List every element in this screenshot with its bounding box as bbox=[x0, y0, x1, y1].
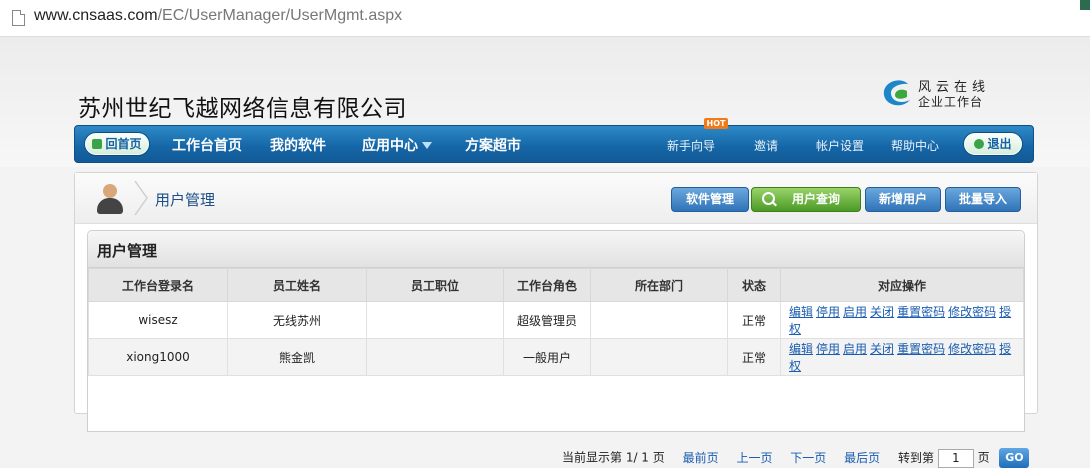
pager-current: 当前显示第 1/ 1 页 bbox=[562, 450, 665, 465]
nav-item-workbench[interactable]: 工作台首页 bbox=[172, 135, 242, 155]
breadcrumb-title: 用户管理 bbox=[155, 191, 216, 209]
page-icon bbox=[12, 10, 25, 26]
logout-icon bbox=[974, 139, 985, 149]
cell-actions: 编辑 停用 启用 关闭 重置密码 修改密码 授权 bbox=[780, 301, 1024, 339]
table-row: xiong1000 熊金凯 一般用户 正常 编辑 停用 启用 关闭 重置密码 修改密码 授权 bbox=[88, 338, 1024, 376]
section-title: 用户管理 bbox=[97, 242, 158, 260]
cell-role: 超级管理员 bbox=[503, 301, 591, 339]
disable-link[interactable]: 停用 bbox=[816, 342, 840, 356]
breadcrumb-bar: 用户管理 软件管理 用户查询 新增用户 批量导入 bbox=[75, 173, 1037, 224]
user-avatar-icon bbox=[95, 183, 125, 215]
col-name: 员工姓名 bbox=[227, 268, 367, 302]
col-status: 状态 bbox=[727, 268, 781, 302]
pager-prev-link[interactable]: 上一页 bbox=[736, 451, 772, 465]
cell-actions: 编辑 停用 启用 关闭 重置密码 修改密码 授权 bbox=[780, 338, 1024, 376]
disable-link[interactable]: 停用 bbox=[816, 305, 840, 319]
cell-dept bbox=[590, 301, 728, 339]
arrow-down-icon bbox=[422, 142, 432, 149]
table-header-row: 工作台登录名 员工姓名 员工职位 工作台角色 所在部门 状态 对应操作 bbox=[88, 268, 1024, 302]
content-panel: 用户管理 软件管理 用户查询 新增用户 批量导入 用户管理 工作台登录名 员工姓… bbox=[74, 172, 1038, 468]
logout-button[interactable]: 退出 bbox=[964, 133, 1022, 155]
pager-last-link[interactable]: 最后页 bbox=[844, 451, 880, 465]
enable-link[interactable]: 启用 bbox=[843, 305, 867, 319]
table-row: wisesz 无线苏州 超级管理员 正常 编辑 停用 启用 关闭 重置密码 修改密码 授权 bbox=[88, 301, 1024, 339]
bulk-import-button[interactable]: 批量导入 bbox=[945, 187, 1021, 212]
nav-item-solutions[interactable]: 方案超市 bbox=[465, 135, 521, 155]
nav-item-account-settings[interactable]: 帐户设置 bbox=[816, 137, 864, 154]
logo-swirl-icon bbox=[883, 80, 910, 106]
user-table: 工作台登录名 员工姓名 员工职位 工作台角色 所在部门 状态 对应操作 wise… bbox=[88, 268, 1024, 376]
cell-login: xiong1000 bbox=[88, 338, 228, 376]
close-link[interactable]: 关闭 bbox=[870, 305, 894, 319]
fengyun-logo: 风云在线 企业工作台 bbox=[880, 76, 1000, 114]
cell-position bbox=[366, 338, 504, 376]
user-query-button[interactable]: 用户查询 bbox=[751, 187, 861, 212]
edit-link[interactable]: 编辑 bbox=[789, 342, 813, 356]
reset-password-link[interactable]: 重置密码 bbox=[897, 342, 945, 356]
cell-role: 一般用户 bbox=[503, 338, 591, 376]
pager-first-link[interactable]: 最前页 bbox=[683, 451, 719, 465]
nav-item-beginner-guide[interactable]: 新手向导 bbox=[667, 137, 715, 154]
main-nav: 回首页 工作台首页 我的软件 应用中心 方案超市 HOT 新手向导 邀请 帐户设… bbox=[74, 118, 1034, 163]
breadcrumb-chevron-icon bbox=[134, 180, 148, 216]
cell-name: 熊金凯 bbox=[227, 338, 367, 376]
company-name: 苏州世纪飞越网络信息有限公司 bbox=[78, 96, 407, 122]
cell-status: 正常 bbox=[727, 301, 781, 339]
nav-item-help-center[interactable]: 帮助中心 bbox=[891, 137, 939, 154]
col-login: 工作台登录名 bbox=[88, 268, 228, 302]
browser-address-bar[interactable]: www.cnsaas.com/EC/UserManager/UserMgmt.a… bbox=[0, 0, 1090, 37]
enable-link[interactable]: 启用 bbox=[843, 342, 867, 356]
cell-position bbox=[366, 301, 504, 339]
nav-item-my-software[interactable]: 我的软件 bbox=[270, 135, 326, 155]
cell-name: 无线苏州 bbox=[227, 301, 367, 339]
col-role: 工作台角色 bbox=[503, 268, 591, 302]
search-icon bbox=[762, 192, 775, 205]
col-actions: 对应操作 bbox=[780, 268, 1024, 302]
home-icon bbox=[92, 139, 103, 149]
cell-login: wisesz bbox=[88, 301, 228, 339]
close-link[interactable]: 关闭 bbox=[870, 342, 894, 356]
col-dept: 所在部门 bbox=[590, 268, 728, 302]
pager-goto-label: 转到第 bbox=[897, 450, 934, 465]
nav-item-invite[interactable]: 邀请 bbox=[754, 137, 778, 154]
nav-item-app-center[interactable]: 应用中心 bbox=[362, 135, 432, 155]
pager-page-unit: 页 bbox=[977, 450, 990, 465]
home-button[interactable]: 回首页 bbox=[85, 133, 149, 155]
software-management-button[interactable]: 软件管理 bbox=[671, 187, 749, 212]
add-user-button[interactable]: 新增用户 bbox=[865, 187, 941, 212]
url-text[interactable]: www.cnsaas.com/EC/UserManager/UserMgmt.a… bbox=[34, 7, 402, 25]
section-header: 用户管理 bbox=[88, 231, 1024, 268]
cell-status: 正常 bbox=[727, 338, 781, 376]
change-password-link[interactable]: 修改密码 bbox=[948, 305, 996, 319]
pager-next-link[interactable]: 下一页 bbox=[790, 451, 826, 465]
change-password-link[interactable]: 修改密码 bbox=[948, 342, 996, 356]
go-button[interactable]: GO bbox=[999, 448, 1030, 468]
pagination: 当前显示第 1/ 1 页 最前页 上一页 下一页 最后页 转到第 1 页 GO bbox=[562, 448, 1030, 468]
window-edge bbox=[1080, 0, 1090, 10]
edit-link[interactable]: 编辑 bbox=[789, 305, 813, 319]
hot-badge: HOT bbox=[704, 118, 728, 129]
page-number-input[interactable]: 1 bbox=[937, 448, 974, 468]
user-list-box: 用户管理 工作台登录名 员工姓名 员工职位 工作台角色 所在部门 状态 对应操作… bbox=[87, 230, 1030, 468]
cell-dept bbox=[590, 338, 728, 376]
reset-password-link[interactable]: 重置密码 bbox=[897, 305, 945, 319]
col-position: 员工职位 bbox=[366, 268, 504, 302]
